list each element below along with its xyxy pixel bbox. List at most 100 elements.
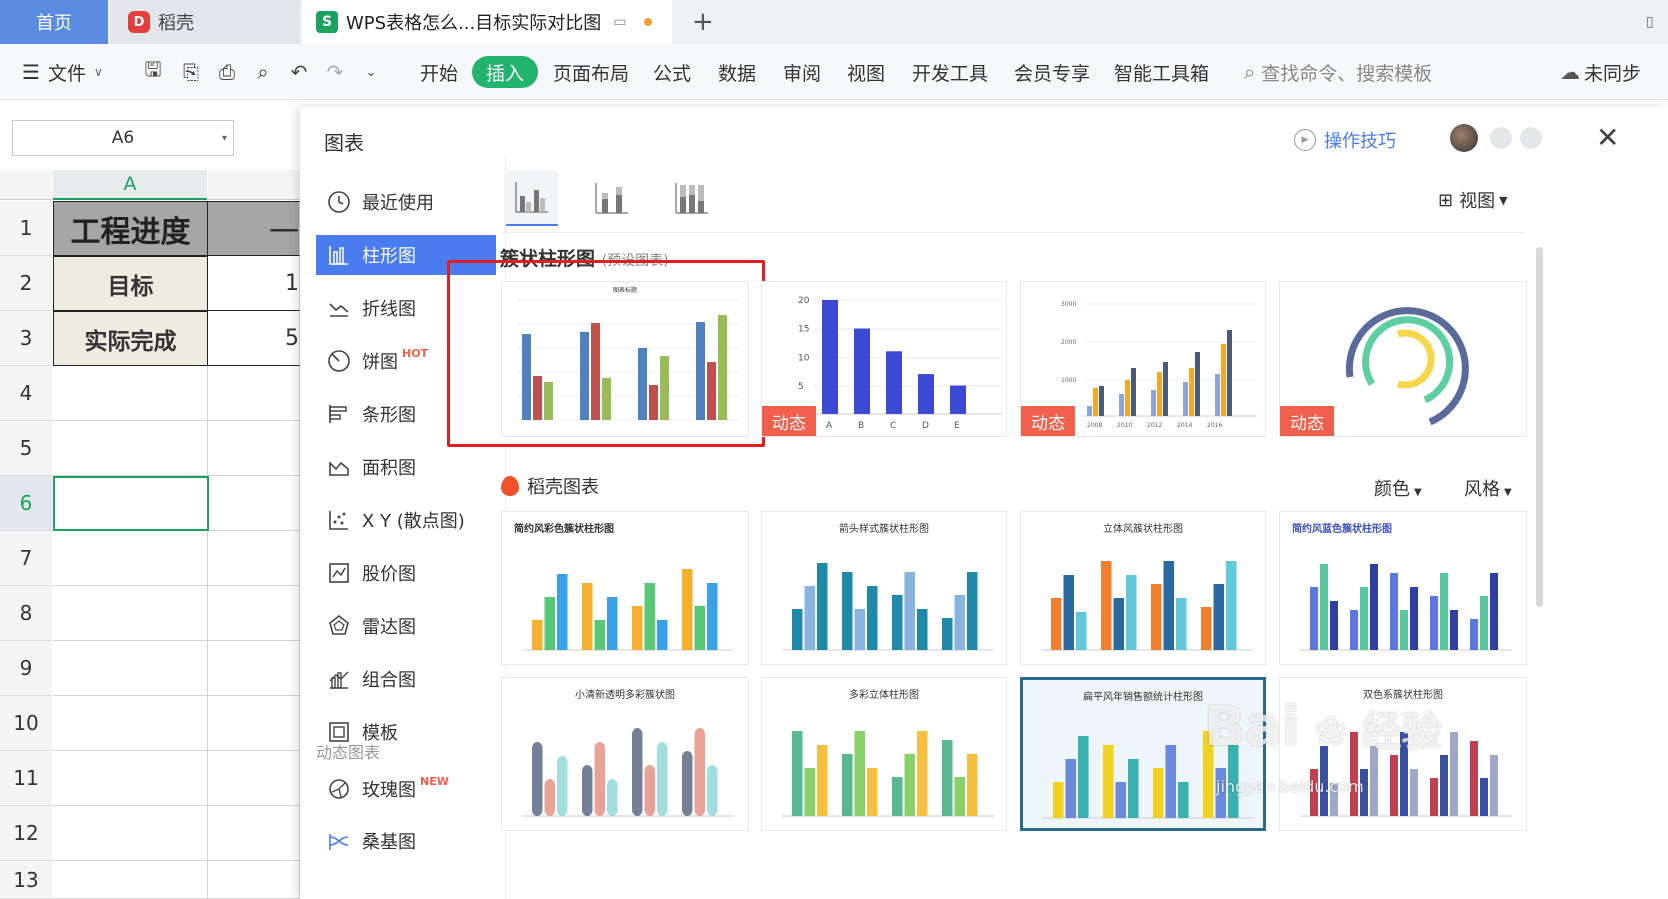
- subtype-clustered-icon[interactable]: [506, 170, 558, 226]
- menu-home[interactable]: 开始: [420, 44, 458, 100]
- template-card[interactable]: 多彩立体柱形图: [761, 677, 1007, 831]
- scrollbar[interactable]: [1536, 247, 1543, 607]
- menu-review[interactable]: 审阅: [783, 44, 821, 100]
- cell-a7[interactable]: [53, 531, 208, 586]
- export-icon[interactable]: ⎘: [178, 59, 204, 85]
- undo-icon[interactable]: ↶: [286, 59, 312, 85]
- row-header-12[interactable]: 12: [0, 806, 52, 861]
- cell-b10[interactable]: [208, 696, 300, 751]
- cell-b5[interactable]: [208, 421, 300, 476]
- select-all-corner[interactable]: [0, 170, 52, 200]
- screen-icon[interactable]: ▭: [613, 14, 626, 30]
- cell-b1[interactable]: 一: [208, 201, 300, 256]
- row-header-7[interactable]: 7: [0, 531, 52, 586]
- cell-a3[interactable]: 实际完成: [53, 311, 208, 366]
- style-filter[interactable]: 风格 ▼: [1464, 475, 1512, 501]
- sync-status[interactable]: ☁ 未同步: [1560, 44, 1641, 100]
- cell-a4[interactable]: [53, 366, 208, 421]
- print-preview-icon[interactable]: ⌕: [250, 59, 276, 85]
- cell-b13[interactable]: [208, 861, 300, 899]
- cell-a2[interactable]: 目标: [53, 256, 208, 311]
- cell-b9[interactable]: [208, 641, 300, 696]
- cell-b3[interactable]: 5: [208, 311, 300, 366]
- row-header-1[interactable]: 1: [0, 201, 52, 256]
- tips-link[interactable]: ▶ 操作技巧: [1294, 127, 1396, 153]
- nav-recent[interactable]: 最近使用: [316, 182, 496, 222]
- row-header-9[interactable]: 9: [0, 641, 52, 696]
- row-header-13[interactable]: 13: [0, 861, 52, 899]
- cell-a13[interactable]: [53, 861, 208, 899]
- avatar[interactable]: [1450, 124, 1478, 152]
- search-box[interactable]: ⌕ 查找命令、搜索模板: [1244, 44, 1432, 100]
- save-icon[interactable]: 🖫: [140, 57, 166, 85]
- redo-icon[interactable]: ↷: [322, 59, 348, 85]
- cell-b7[interactable]: [208, 531, 300, 586]
- template-card[interactable]: 简约风蓝色簇状柱形图: [1279, 511, 1527, 665]
- cell-a10[interactable]: [53, 696, 208, 751]
- cell-a9[interactable]: [53, 641, 208, 696]
- cell-b12[interactable]: [208, 806, 300, 861]
- menu-member[interactable]: 会员专享: [1014, 44, 1090, 100]
- preview-bar: [1157, 372, 1162, 416]
- tab-document[interactable]: S WPS表格怎么...目标实际对比图 ▭: [302, 0, 672, 44]
- menu-insert[interactable]: 插入: [472, 56, 539, 88]
- dynamic-badge: 动态: [1021, 406, 1075, 436]
- nav-area-chart[interactable]: 面积图: [316, 447, 496, 487]
- color-filter[interactable]: 颜色 ▼: [1374, 475, 1422, 501]
- menu-developer[interactable]: 开发工具: [912, 44, 988, 100]
- nav-stock-chart[interactable]: 股价图: [316, 553, 496, 593]
- menu-formula[interactable]: 公式: [653, 44, 691, 100]
- column-header-a[interactable]: A: [53, 170, 207, 200]
- menu-view[interactable]: 视图: [847, 44, 885, 100]
- preset-chart-dynamic-1[interactable]: 20 15 10 5 A B C D E 动态: [761, 281, 1007, 437]
- selected-cell-a6[interactable]: [53, 476, 209, 531]
- row-header-10[interactable]: 10: [0, 696, 52, 751]
- template-card[interactable]: 箭头样式簇状柱形图: [761, 511, 1007, 665]
- template-card[interactable]: 简约风彩色簇状柱形图: [501, 511, 749, 665]
- template-bar: [917, 609, 928, 650]
- template-bar: [892, 595, 903, 650]
- cell-a8[interactable]: [53, 586, 208, 641]
- cell-b11[interactable]: [208, 751, 300, 806]
- nav-rose-chart[interactable]: 玫瑰图 NEW: [316, 769, 496, 809]
- window-menu-icon[interactable]: ▯: [1646, 0, 1668, 44]
- close-icon[interactable]: ✕: [1596, 121, 1619, 154]
- column-header-b[interactable]: [208, 170, 300, 200]
- nav-combo-chart[interactable]: 组合图: [316, 659, 496, 699]
- nav-sankey-chart[interactable]: 桑基图: [316, 821, 496, 861]
- menu-page-layout[interactable]: 页面布局: [553, 44, 629, 100]
- file-menu[interactable]: ☰ 文件 ∨: [22, 44, 103, 100]
- row-header-5[interactable]: 5: [0, 421, 52, 476]
- row-header-11[interactable]: 11: [0, 751, 52, 806]
- print-icon[interactable]: ⎙: [214, 59, 240, 85]
- cell-b4[interactable]: [208, 366, 300, 421]
- nav-radar-chart[interactable]: 雷达图: [316, 606, 496, 646]
- row-header-8[interactable]: 8: [0, 586, 52, 641]
- menu-smart-toolbox[interactable]: 智能工具箱: [1114, 44, 1209, 100]
- menu-data[interactable]: 数据: [718, 44, 756, 100]
- preset-chart-dynamic-3[interactable]: 动态: [1279, 281, 1527, 437]
- name-box[interactable]: A6 ▾: [12, 120, 234, 156]
- tab-daoke[interactable]: D 稻壳: [110, 0, 300, 44]
- nav-scatter-chart[interactable]: X Y (散点图): [316, 500, 496, 540]
- tab-home[interactable]: 首页: [0, 0, 108, 44]
- new-tab-button[interactable]: +: [692, 0, 722, 44]
- cell-a12[interactable]: [53, 806, 208, 861]
- cell-a5[interactable]: [53, 421, 208, 476]
- cell-b6[interactable]: [208, 476, 300, 531]
- cell-a11[interactable]: [53, 751, 208, 806]
- subtype-percent-stacked-icon[interactable]: [666, 170, 718, 226]
- row-header-2[interactable]: 2: [0, 256, 52, 311]
- subtype-stacked-icon[interactable]: [586, 170, 638, 226]
- row-header-6[interactable]: 6: [0, 476, 52, 531]
- row-header-4[interactable]: 4: [0, 366, 52, 421]
- cell-a1[interactable]: 工程进度: [53, 201, 208, 256]
- template-card[interactable]: 立体风簇状柱形图: [1020, 511, 1266, 665]
- template-card[interactable]: 小清新透明多彩簇状图: [501, 677, 749, 831]
- cell-b8[interactable]: [208, 586, 300, 641]
- row-header-3[interactable]: 3: [0, 311, 52, 366]
- preset-chart-dynamic-2[interactable]: 3000 2000 1000 2008 2010 2012 2014 2016 动态: [1020, 281, 1266, 437]
- cell-b2[interactable]: 1: [208, 256, 300, 311]
- view-toggle[interactable]: ⊞ 视图 ▼: [1438, 187, 1508, 213]
- more-dropdown-icon[interactable]: ⌄: [358, 59, 384, 85]
